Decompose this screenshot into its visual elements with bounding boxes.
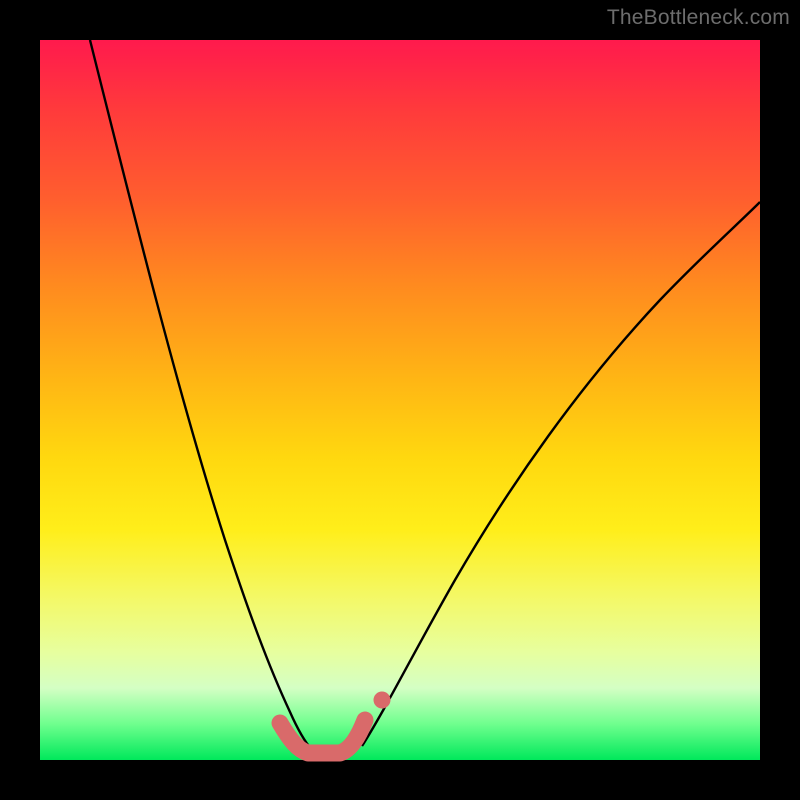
bottom-dot: [374, 692, 391, 709]
bottom-stroke: [280, 720, 365, 753]
right-curve: [362, 202, 760, 746]
plot-area: [40, 40, 760, 760]
watermark-text: TheBottleneck.com: [607, 6, 790, 30]
curves-svg: [40, 40, 760, 760]
left-curve: [90, 40, 312, 750]
chart-frame: TheBottleneck.com: [0, 0, 800, 800]
